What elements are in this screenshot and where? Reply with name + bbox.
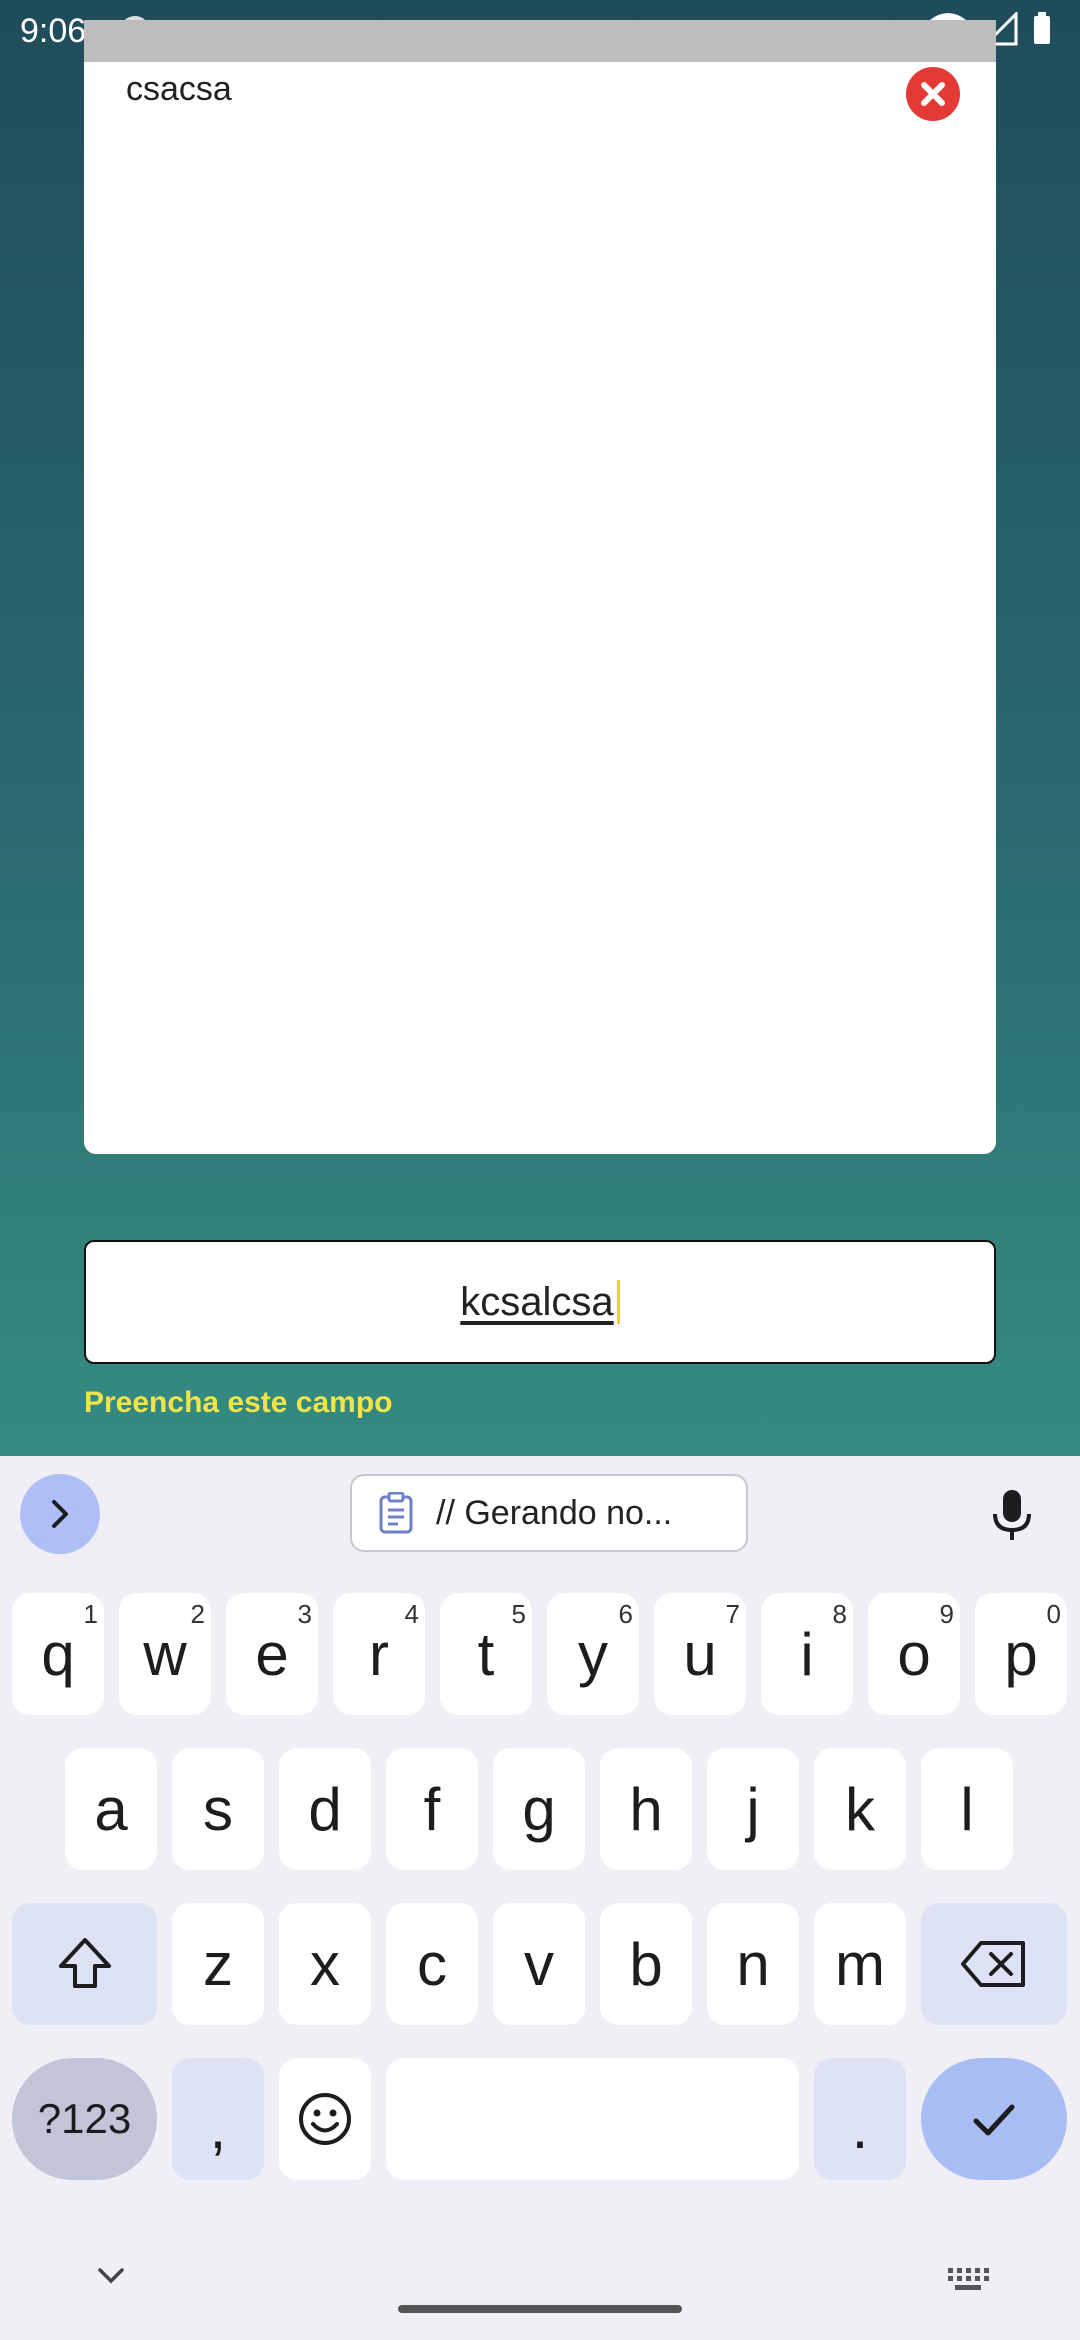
card-header-strip (84, 20, 996, 62)
key-hint: 8 (832, 1599, 847, 1629)
key-label: q (41, 1620, 75, 1688)
key-n[interactable]: n (707, 1903, 799, 2025)
microphone-icon (993, 1490, 1031, 1540)
key-v[interactable]: v (493, 1903, 585, 2025)
space-key[interactable] (386, 2058, 799, 2180)
input-value: kcsalcsa (460, 1279, 614, 1324)
key-d[interactable]: d (279, 1748, 371, 1870)
key-label: t (477, 1620, 495, 1688)
key-l[interactable]: l (921, 1748, 1013, 1870)
key-i[interactable]: i8 (761, 1593, 853, 1715)
done-key[interactable] (921, 2058, 1067, 2180)
key-hint: 4 (404, 1599, 419, 1629)
checkmark-icon (973, 2104, 1015, 2136)
text-input[interactable]: kcsalcsa (84, 1240, 996, 1364)
key-hint: 1 (83, 1599, 98, 1629)
key-s[interactable]: s (172, 1748, 264, 1870)
key-label: i (800, 1620, 814, 1688)
key-k[interactable]: k (814, 1748, 906, 1870)
key-hint: 7 (725, 1599, 740, 1629)
key-e[interactable]: e3 (226, 1593, 318, 1715)
key-b[interactable]: b (600, 1903, 692, 2025)
key-h[interactable]: h (600, 1748, 692, 1870)
key-hint: 3 (297, 1599, 312, 1629)
key-label: y (578, 1620, 608, 1688)
key-label: u (683, 1620, 717, 1688)
key-label: p (1004, 1620, 1038, 1688)
keyboard-icon (948, 2268, 989, 2290)
status-time: 9:06 (20, 12, 87, 50)
home-gesture-handle[interactable] (398, 2305, 682, 2313)
key-p[interactable]: p0 (975, 1593, 1067, 1715)
keyboard-switcher-button[interactable] (946, 2266, 990, 2297)
key-label: o (897, 1620, 931, 1688)
backspace-key[interactable] (921, 1903, 1067, 2025)
key-u[interactable]: u7 (654, 1593, 746, 1715)
content-card: csacsa (84, 62, 996, 1154)
close-button[interactable] (906, 67, 960, 121)
key-label: e (255, 1620, 289, 1688)
emoji-key[interactable] (279, 2058, 371, 2180)
backspace-icon (961, 1941, 1025, 1987)
key-a[interactable]: a (65, 1748, 157, 1870)
hide-keyboard-button[interactable] (96, 2266, 126, 2291)
key-hint: 9 (939, 1599, 954, 1629)
key-g[interactable]: g (493, 1748, 585, 1870)
key-label: r (369, 1620, 389, 1688)
shift-icon (58, 1938, 111, 1988)
chevron-right-icon (52, 1500, 68, 1528)
key-y[interactable]: y6 (547, 1593, 639, 1715)
soft-keyboard: // Gerando no... q1 w2 e3 r4 t5 y6 u7 i8… (0, 1456, 1080, 2340)
emoji-icon (299, 2093, 351, 2145)
key-hint: 0 (1046, 1599, 1061, 1629)
key-label: w (143, 1620, 187, 1688)
key-f[interactable]: f (386, 1748, 478, 1870)
key-j[interactable]: j (707, 1748, 799, 1870)
battery-icon (1034, 12, 1050, 44)
text-cursor (616, 1280, 620, 1324)
key-o[interactable]: o9 (868, 1593, 960, 1715)
key-m[interactable]: m (814, 1903, 906, 2025)
validation-hint: Preencha este campo (84, 1386, 393, 1419)
key-r[interactable]: r4 (333, 1593, 425, 1715)
card-text: csacsa (126, 70, 232, 108)
key-x[interactable]: x (279, 1903, 371, 2025)
key-t[interactable]: t5 (440, 1593, 532, 1715)
key-q[interactable]: q1 (12, 1593, 104, 1715)
shift-key[interactable] (12, 1903, 157, 2025)
clipboard-suggestion-chip[interactable]: // Gerando no... (350, 1474, 748, 1552)
key-z[interactable]: z (172, 1903, 264, 2025)
key-w[interactable]: w2 (119, 1593, 211, 1715)
voice-input-button[interactable] (990, 1488, 1034, 1549)
toolbar-expand-button[interactable] (20, 1474, 100, 1554)
chevron-down-icon (98, 2268, 124, 2284)
key-c[interactable]: c (386, 1903, 478, 2025)
key-hint: 6 (618, 1599, 633, 1629)
symbols-key[interactable]: ?123 (12, 2058, 157, 2180)
clipboard-text: // Gerando no... (436, 1493, 673, 1532)
key-hint: 5 (511, 1599, 526, 1629)
period-key[interactable]: . (814, 2058, 906, 2180)
key-hint: 2 (190, 1599, 205, 1629)
comma-key[interactable]: , (172, 2058, 264, 2180)
close-icon (921, 82, 945, 106)
clipboard-icon (379, 1492, 413, 1534)
